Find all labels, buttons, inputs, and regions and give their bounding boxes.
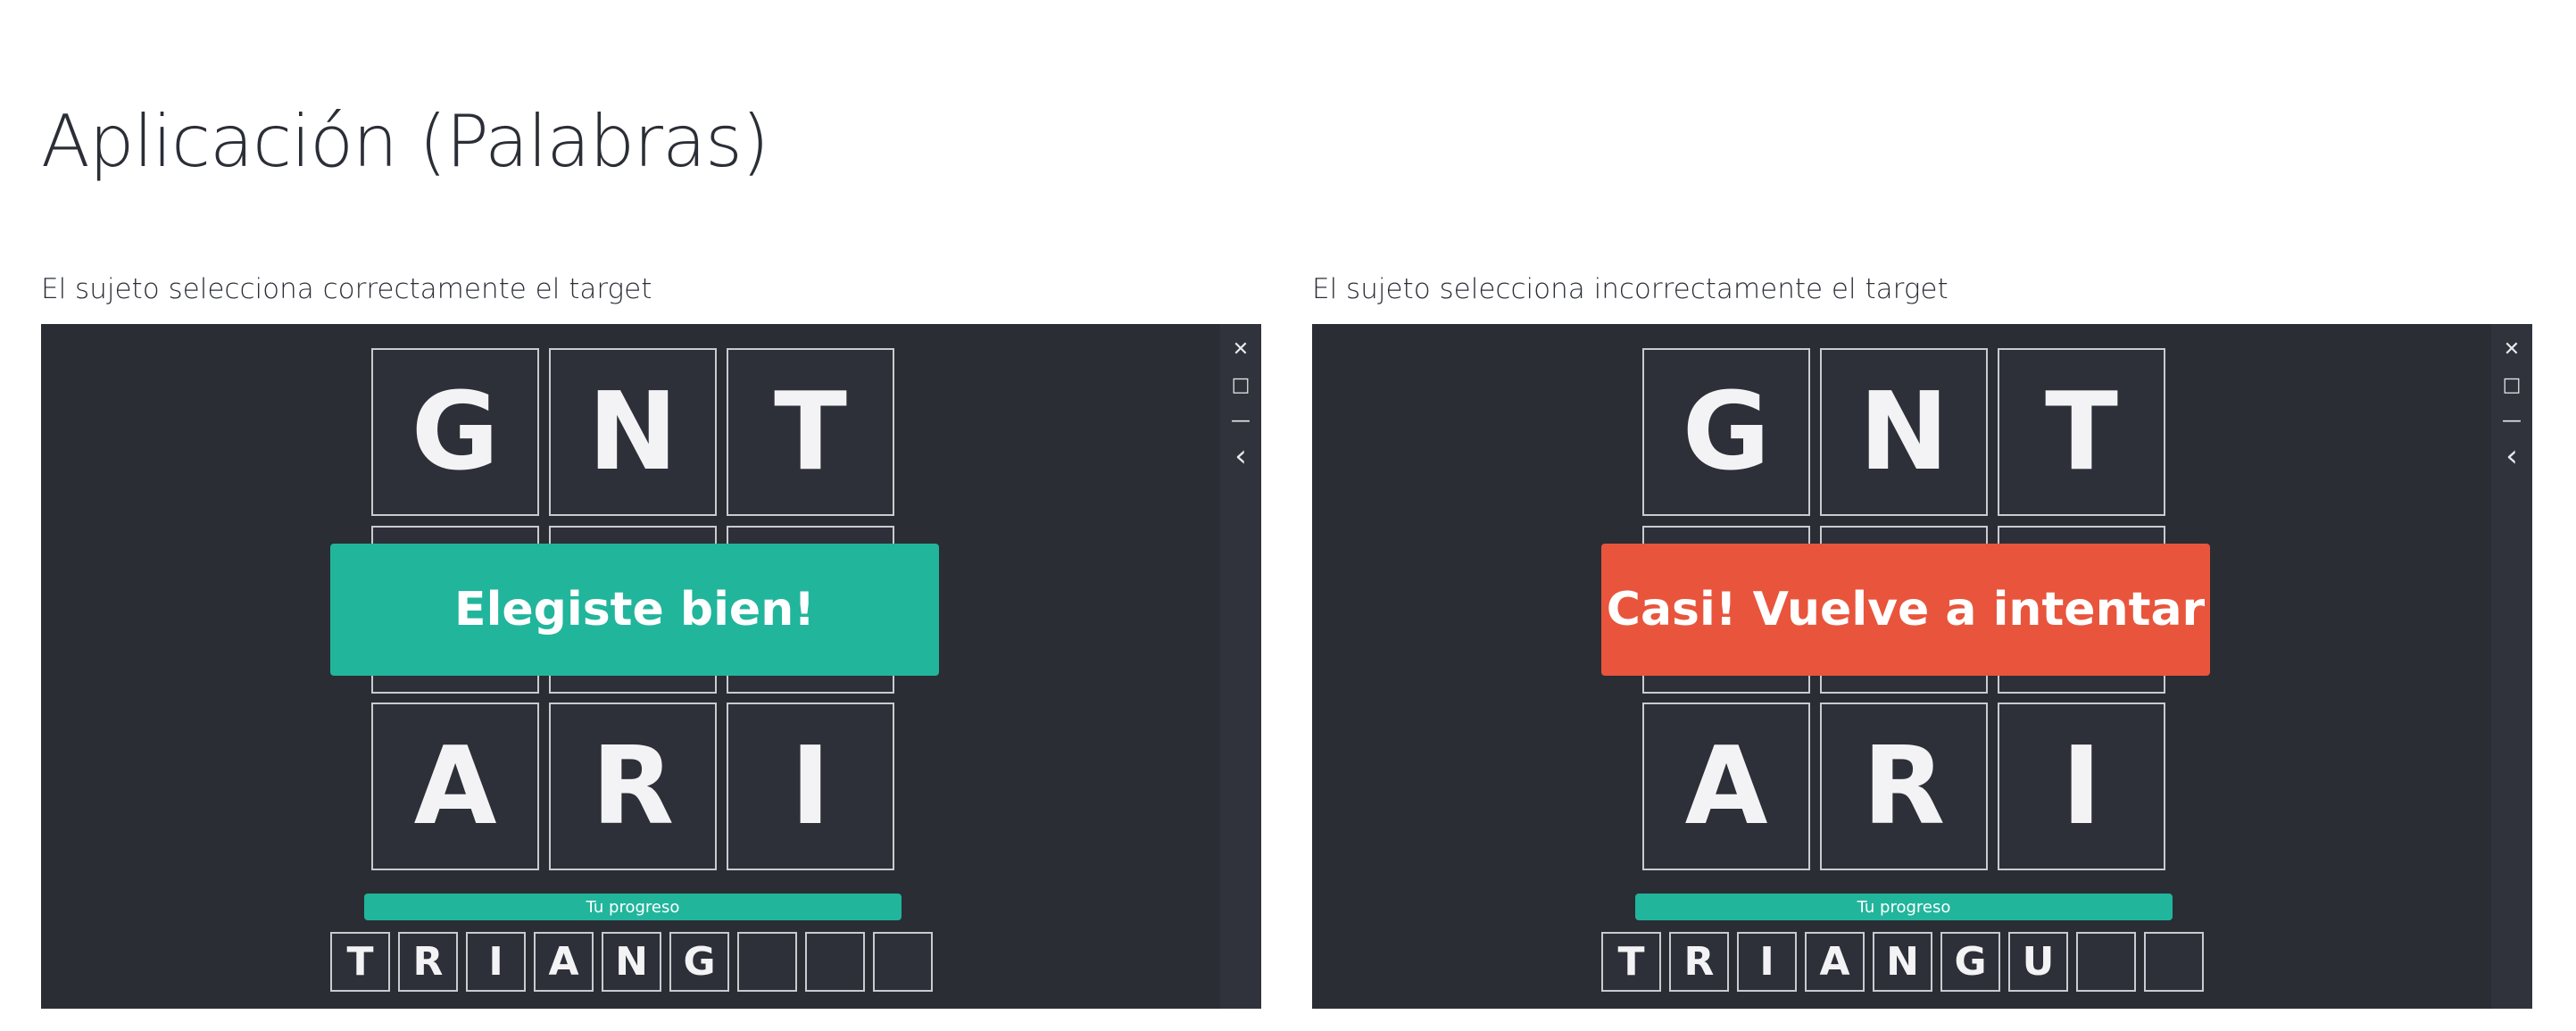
page-title: Aplicación (Palabras) [41, 100, 769, 183]
answer-slot: G [669, 932, 729, 992]
panel-caption-correct: El sujeto selecciona correctamente el ta… [41, 273, 652, 305]
letter-tile[interactable]: I [727, 703, 894, 870]
app-screen-correct: G N T A R I Elegiste bien! Tu progreso T… [41, 324, 1261, 1009]
close-icon[interactable]: ✕ [2491, 331, 2532, 367]
letter-tile[interactable]: R [549, 703, 717, 870]
maximize-icon[interactable]: □ [1220, 367, 1261, 403]
answer-slot: U [2008, 932, 2068, 992]
letter-tile[interactable] [727, 526, 894, 544]
letter-tile[interactable] [1998, 676, 2165, 694]
letter-tile[interactable] [1642, 526, 1810, 544]
letter-tile[interactable]: A [371, 703, 539, 870]
window-controls: ✕ □ — ‹ [1220, 324, 1261, 1009]
letter-tile[interactable] [549, 526, 717, 544]
answer-slot: R [1669, 932, 1729, 992]
answer-slot: I [1737, 932, 1797, 992]
letter-tile[interactable]: R [1820, 703, 1988, 870]
answer-slot: N [1873, 932, 1932, 992]
letter-tile[interactable] [371, 676, 539, 694]
letter-tile[interactable] [1998, 526, 2165, 544]
letter-tile[interactable] [1642, 676, 1810, 694]
letter-tile[interactable] [371, 526, 539, 544]
answer-slot: A [534, 932, 594, 992]
answer-slot [805, 932, 865, 992]
progress-bar: Tu progreso [364, 894, 902, 920]
letter-tile[interactable]: A [1642, 703, 1810, 870]
back-icon[interactable]: ‹ [1220, 438, 1261, 474]
letter-tile[interactable] [549, 676, 717, 694]
answer-slot: T [1601, 932, 1661, 992]
letter-tile[interactable]: I [1998, 703, 2165, 870]
answer-slot: N [602, 932, 661, 992]
progress-bar: Tu progreso [1635, 894, 2173, 920]
answer-slot [2144, 932, 2204, 992]
feedback-banner-incorrect: Casi! Vuelve a intentar [1601, 544, 2210, 676]
letter-tile[interactable] [1820, 676, 1988, 694]
letter-tile[interactable] [1820, 526, 1988, 544]
close-icon[interactable]: ✕ [1220, 331, 1261, 367]
answer-slot [873, 932, 933, 992]
panel-caption-incorrect: El sujeto selecciona incorrectamente el … [1312, 273, 1949, 305]
window-controls: ✕ □ — ‹ [2491, 324, 2532, 1009]
app-screen-incorrect: G N T A R I Casi! Vuelve a intentar Tu p… [1312, 324, 2532, 1009]
answer-slot: R [398, 932, 458, 992]
letter-tile[interactable]: N [1820, 348, 1988, 516]
back-icon[interactable]: ‹ [2491, 438, 2532, 474]
minimize-icon[interactable]: — [1220, 403, 1261, 438]
letter-tile[interactable]: N [549, 348, 717, 516]
answer-slot: G [1940, 932, 2000, 992]
letter-tile[interactable]: G [371, 348, 539, 516]
answer-slot [2076, 932, 2136, 992]
letter-tile[interactable]: G [1642, 348, 1810, 516]
answer-slot: I [466, 932, 526, 992]
letter-tile[interactable]: T [727, 348, 894, 516]
answer-slot [737, 932, 797, 992]
minimize-icon[interactable]: — [2491, 403, 2532, 438]
letter-tile[interactable] [727, 676, 894, 694]
feedback-banner-correct: Elegiste bien! [330, 544, 939, 676]
answer-slot: T [330, 932, 390, 992]
maximize-icon[interactable]: □ [2491, 367, 2532, 403]
letter-tile[interactable]: T [1998, 348, 2165, 516]
answer-slot: A [1805, 932, 1865, 992]
